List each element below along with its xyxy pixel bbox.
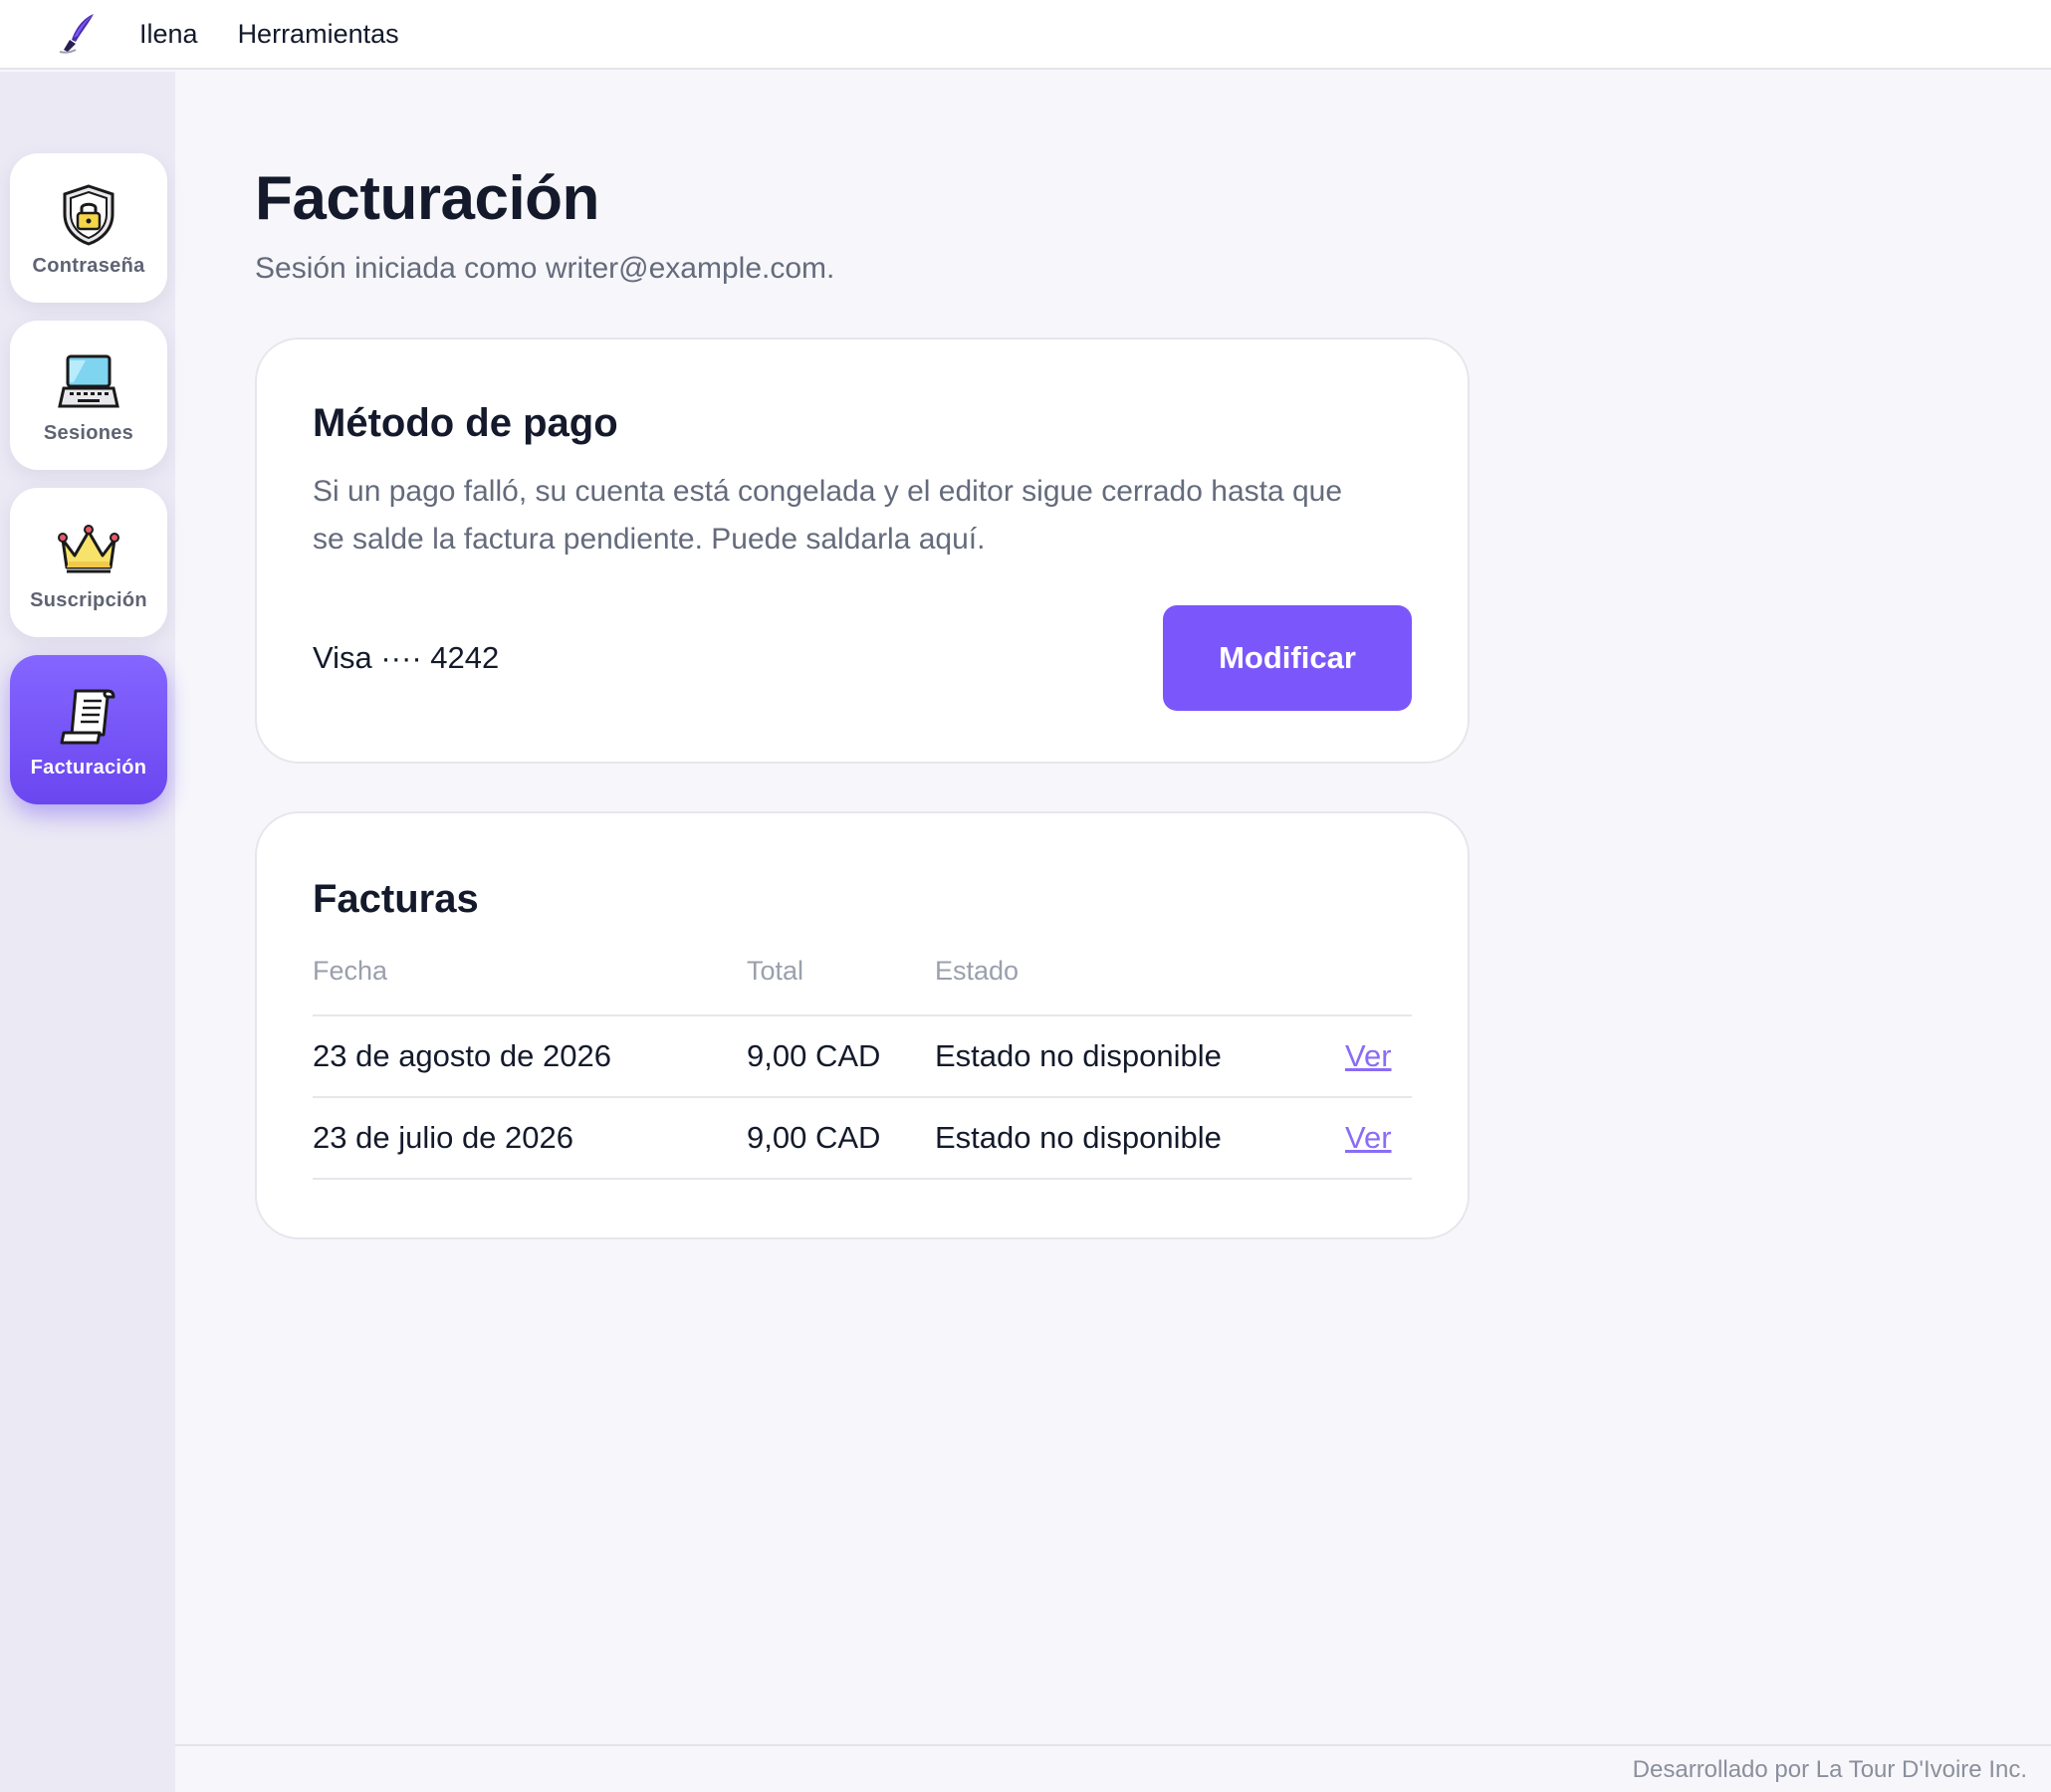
nav-link-herramientas[interactable]: Herramientas [238,19,399,50]
quill-pen-icon[interactable] [52,8,104,60]
page-subtitle: Sesión iniciada como writer@example.com. [255,252,835,285]
column-header-total: Total [747,954,935,1016]
invoices-table: Fecha Total Estado 23 de agosto de 2026 … [313,954,1412,1180]
laptop-icon [53,346,124,418]
table-header-row: Fecha Total Estado [313,954,1412,1016]
table-row: 23 de agosto de 2026 9,00 CAD Estado no … [313,1015,1412,1098]
card-number: Visa ···· 4242 [313,640,500,675]
receipt-scroll-icon [53,681,124,753]
invoice-status: Estado no disponible [935,1097,1345,1180]
sidebar-item-label: Facturación [30,756,147,779]
sidebar: Contraseña Sesiones Suscripción Facturac… [0,72,175,1792]
view-invoice-link[interactable]: Ver [1345,1038,1392,1073]
invoice-total: 9,00 CAD [747,1097,935,1180]
footer: Desarrollado por La Tour D'Ivoire Inc. [175,1744,2051,1792]
column-header-status: Estado [935,954,1345,1016]
main-content: Facturación Sesión iniciada como writer@… [255,72,1470,1239]
invoices-title: Facturas [313,877,479,921]
payment-method-description: Si un pago falló, su cuenta está congela… [313,475,1343,556]
sidebar-item-subscription[interactable]: Suscripción [10,488,167,637]
sidebar-item-billing[interactable]: Facturación [10,655,167,804]
sidebar-item-label: Contraseña [32,254,145,277]
column-header-action [1345,954,1412,1016]
sidebar-item-password[interactable]: Contraseña [10,153,167,303]
nav-link-ilena[interactable]: Ilena [139,19,198,50]
modify-payment-button[interactable]: Modificar [1163,605,1412,711]
invoice-date: 23 de agosto de 2026 [313,1015,747,1098]
column-header-date: Fecha [313,954,747,1016]
top-nav-bar: Ilena Herramientas [0,0,2051,70]
invoice-date: 23 de julio de 2026 [313,1097,747,1180]
sidebar-item-label: Suscripción [30,588,147,611]
crown-icon [53,514,124,585]
sidebar-item-label: Sesiones [43,421,134,444]
footer-credit: Desarrollado por La Tour D'Ivoire Inc. [1632,1756,2027,1783]
invoices-card: Facturas Fecha Total Estado 23 de agosto… [255,811,1470,1239]
invoice-status: Estado no disponible [935,1015,1345,1098]
invoice-total: 9,00 CAD [747,1015,935,1098]
page-title: Facturación [255,164,599,233]
table-row: 23 de julio de 2026 9,00 CAD Estado no d… [313,1097,1412,1180]
sidebar-item-sessions[interactable]: Sesiones [10,321,167,470]
payment-method-card: Método de pago Si un pago falló, su cuen… [255,337,1470,764]
view-invoice-link[interactable]: Ver [1345,1120,1392,1155]
payment-method-title: Método de pago [313,401,618,445]
shield-lock-icon [53,179,124,251]
payment-method-row: Visa ···· 4242 Modificar [313,605,1412,711]
